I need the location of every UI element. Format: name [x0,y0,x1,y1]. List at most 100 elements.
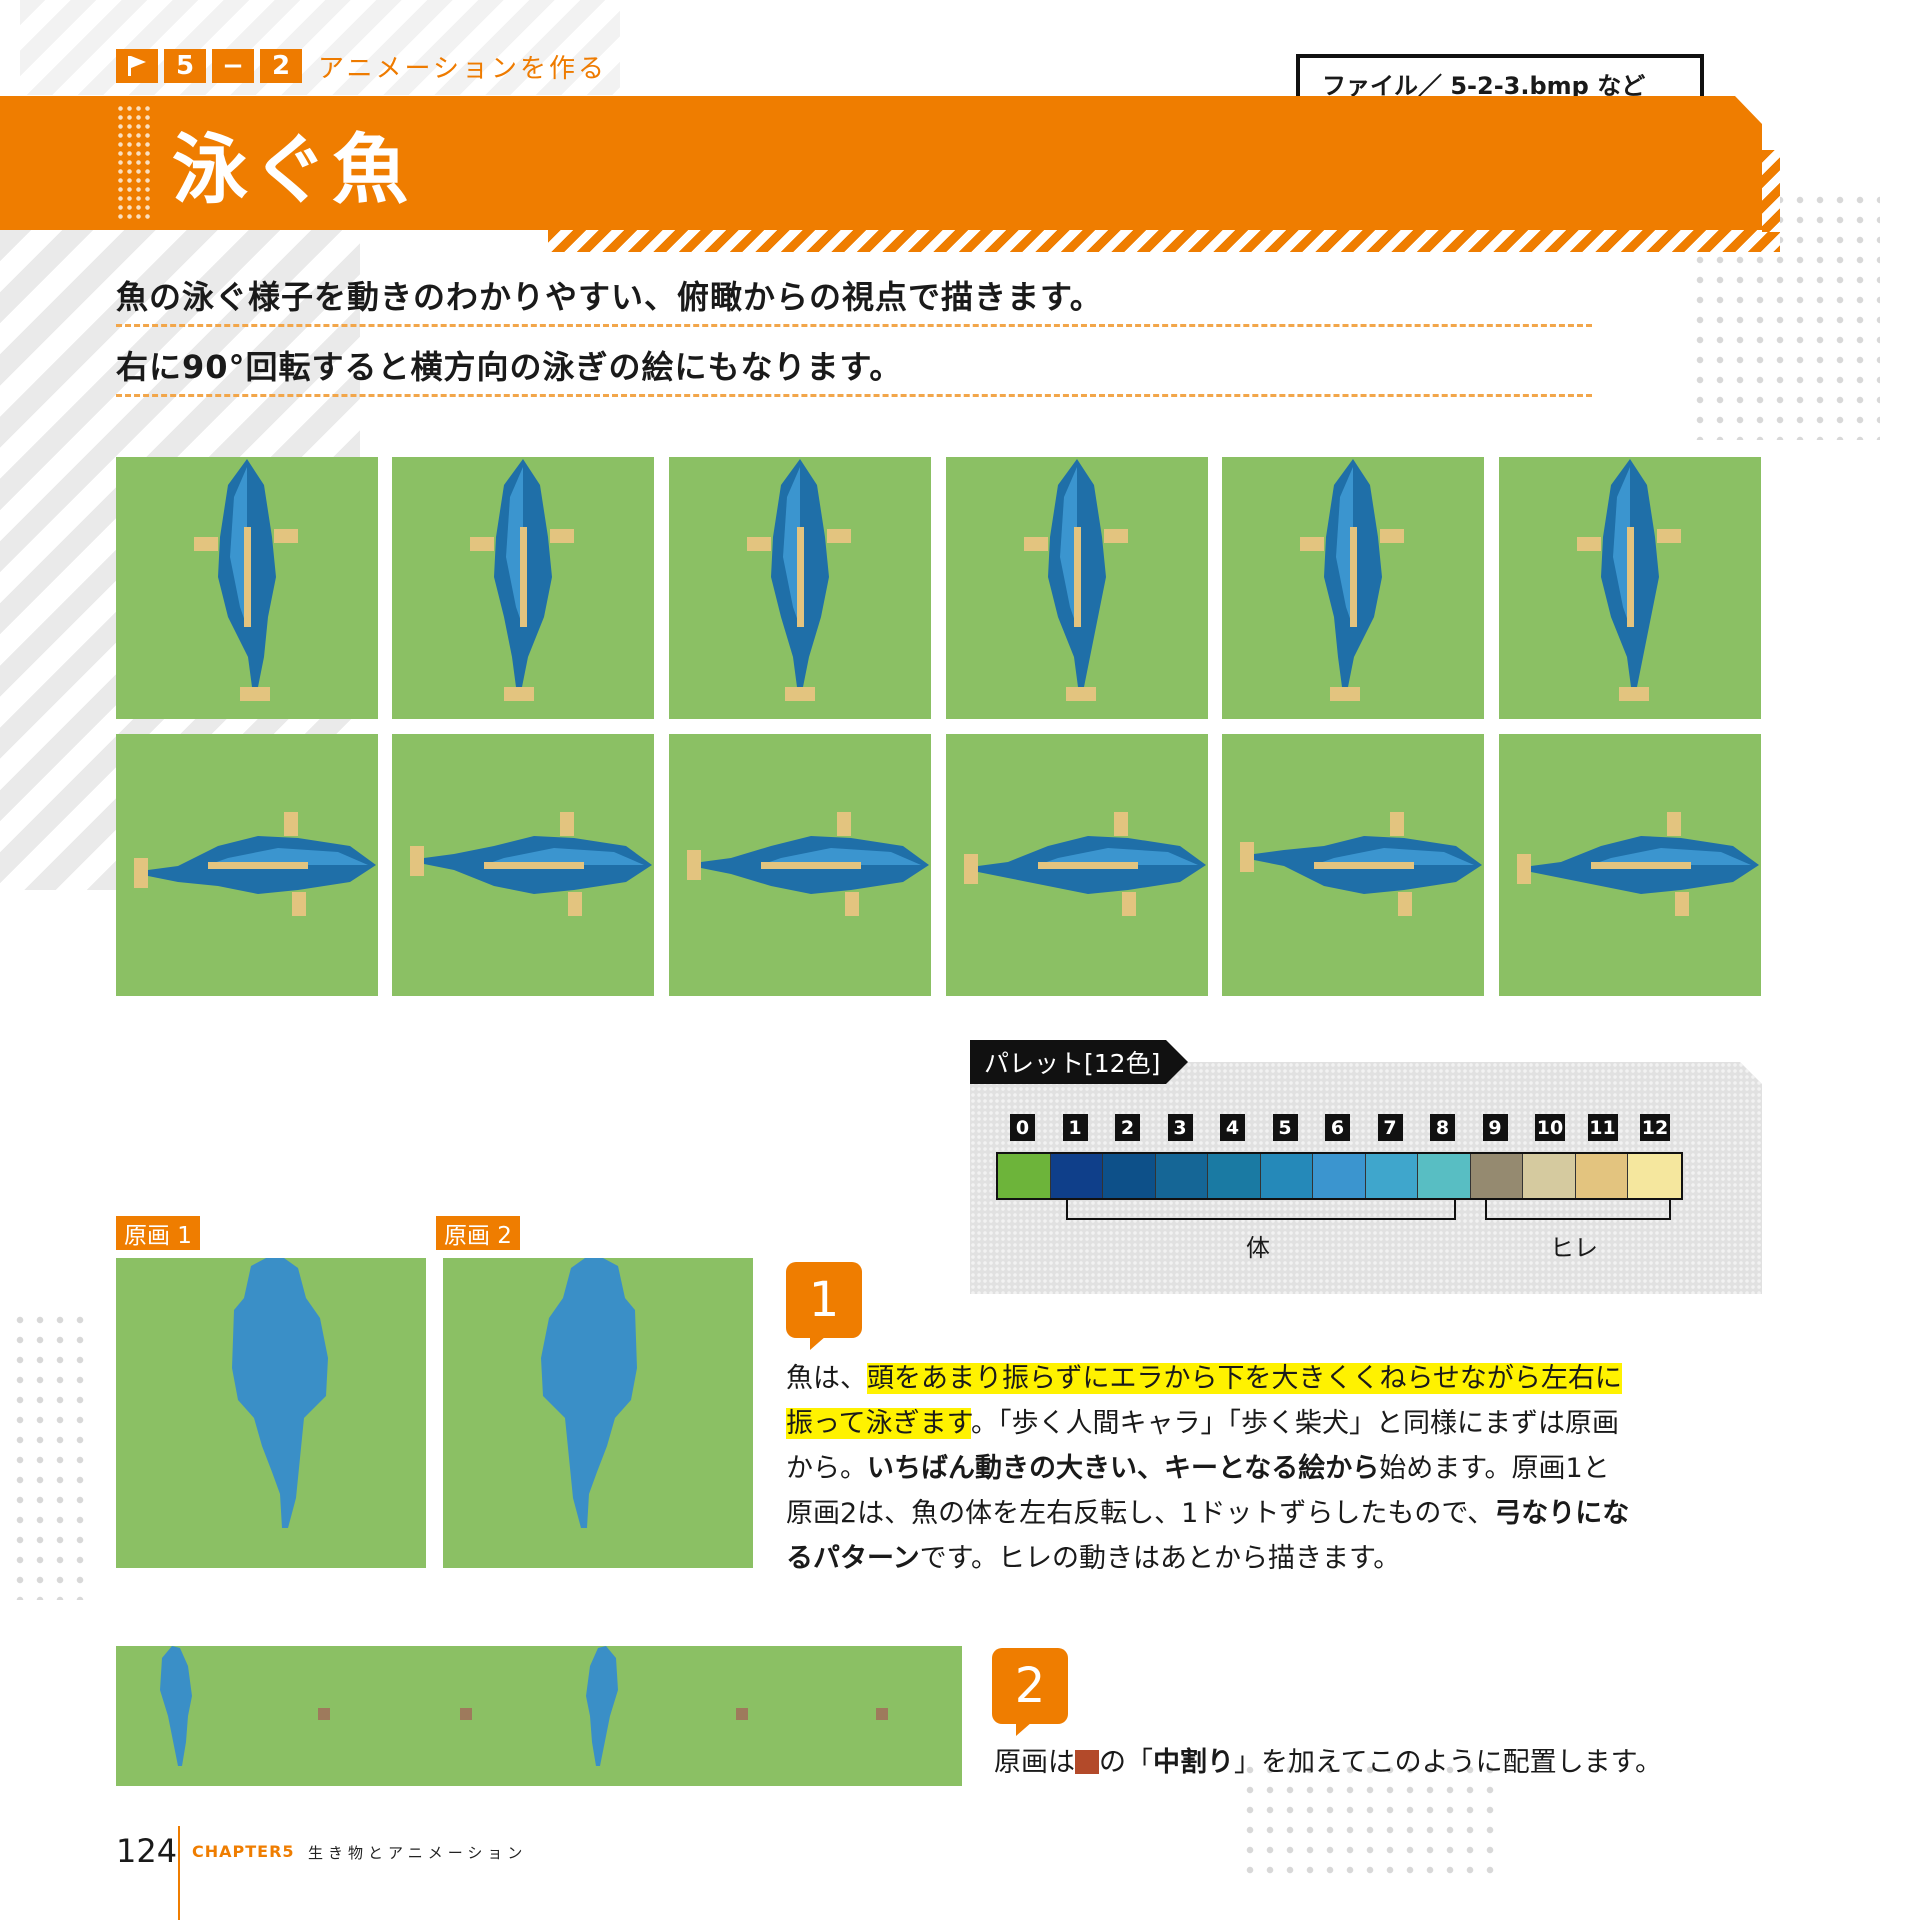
palette-swatch [1103,1154,1156,1198]
red-square-marker [1075,1750,1099,1774]
palette-index: 9 [1482,1114,1508,1141]
body-bracket [1066,1198,1456,1220]
palette-index: 10 [1535,1114,1565,1141]
original-2-canvas [443,1258,753,1568]
sprite-frame [116,734,378,996]
page-title: 泳ぐ魚 [172,125,412,214]
fish-sprite [1517,812,1759,916]
fish-sprite [1300,459,1404,701]
palette-swatch [1313,1154,1366,1198]
footer-divider [178,1826,180,1920]
page-number: 124 [116,1832,178,1870]
sprite-frame [1222,457,1484,719]
sprite-frame [946,457,1208,719]
fish-sprite [1024,459,1128,701]
palette-swatch [1260,1154,1313,1198]
banner-dots [116,104,152,222]
sprite-frame [116,457,378,719]
palette-swatch [1523,1154,1576,1198]
step-2-text: 原画は の「中割り」を加えてこのように配置します。 [994,1740,1754,1785]
original-2-label: 原画 2 [436,1216,520,1250]
step-2-text-mid: の「 [1099,1747,1153,1778]
palette-index: 4 [1220,1114,1245,1141]
body-label: 体 [1246,1234,1270,1262]
sprite-frame [1499,457,1761,719]
palette-swatch [1418,1154,1471,1198]
fish-silhouette-key-1 [160,1646,192,1766]
sprite-frame [1499,734,1761,996]
palette-index: 0 [1010,1114,1035,1141]
sprite-frame [392,734,654,996]
step-1-bold-a: いちばん動きの大きい、キーとなる絵から [867,1453,1380,1484]
lead-line-2: 右に90°回転すると横方向の泳ぎの絵にもなります。 [116,348,903,386]
palette-swatch [1575,1154,1628,1198]
fish-sprite [134,812,376,916]
step-2-text-end: 」を加えてこのように配置します。 [1234,1747,1662,1778]
step-2-badge: 2 [992,1648,1068,1736]
sprite-frame [669,734,931,996]
palette-index: 6 [1325,1114,1350,1141]
palette-swatch [1050,1154,1103,1198]
fish-sprite [1240,812,1482,916]
fish-sprite [1577,459,1681,701]
banner-hatch-side [1762,150,1780,232]
palette-index: 1 [1062,1114,1088,1141]
inbetween-marker [876,1708,888,1720]
inbetween-marker [736,1708,748,1720]
original-1-label: 原画 1 [116,1216,200,1250]
step-1-badge: 1 [786,1262,862,1350]
palette-index: 8 [1430,1114,1455,1141]
inbetween-layout [160,1646,888,1766]
inbetween-layout-canvas [116,1646,962,1786]
fish-sprite [747,459,851,701]
fish-sprite [410,812,652,916]
fish-silhouette-key-2 [586,1646,618,1766]
fish-sprite [964,812,1206,916]
step-2-bold: 中割り [1153,1747,1234,1778]
palette-index: 3 [1167,1114,1193,1141]
section-breadcrumb: 5 − 2 アニメーションを作る [116,48,607,84]
inbetween-marker [318,1708,330,1720]
fin-bracket [1485,1198,1671,1220]
lead-divider [116,324,1592,327]
palette-swatch [1470,1154,1523,1198]
step-2-text-intro: 原画は [994,1747,1075,1778]
sprite-frame [946,734,1208,996]
background-dots-left [10,1310,90,1600]
palette-index: 11 [1587,1114,1618,1141]
palette-index: 5 [1272,1114,1298,1141]
fish-silhouette-1 [232,1258,328,1528]
inbetween-marker [460,1708,472,1720]
fin-label: ヒレ [1550,1234,1598,1262]
palette-swatch [1155,1154,1208,1198]
step-1-text-c: です。ヒレの動きはあとから描きます。 [919,1543,1401,1574]
sprite-frame [669,457,931,719]
fish-sprite [194,459,298,701]
palette-swatch [1628,1154,1681,1198]
palette-index: 12 [1640,1114,1670,1141]
original-1-canvas [116,1258,426,1568]
palette-swatches [996,1152,1683,1200]
palette-index: 2 [1115,1114,1140,1141]
fish-sprite [470,459,574,701]
palette-index: 7 [1377,1114,1403,1141]
footer-chapter-title: 生き物とアニメーション [308,1844,528,1862]
palette-swatch [1365,1154,1418,1198]
fish-silhouette-2 [541,1258,637,1528]
sprite-frame [392,457,654,719]
banner-hatch [548,230,1780,252]
section-part: 2 [260,49,302,83]
step-1-text-intro: 魚は、 [786,1363,867,1394]
section-part: − [212,49,254,83]
lead-divider [116,394,1592,397]
step-1-text: 魚は、頭をあまり振らずにエラから下を大きくくねらせながら左右に振って泳ぎます。「… [786,1356,1636,1581]
flag-icon [116,49,158,83]
section-title: アニメーションを作る [318,53,607,84]
section-part: 5 [164,49,206,83]
fish-sprite [687,812,929,916]
sprite-frame [1222,734,1484,996]
palette-swatch [1208,1154,1261,1198]
footer-chapter: CHAPTER5 [192,1842,295,1861]
palette-swatch [998,1154,1051,1198]
palette-label: パレット[12色] [970,1040,1188,1084]
